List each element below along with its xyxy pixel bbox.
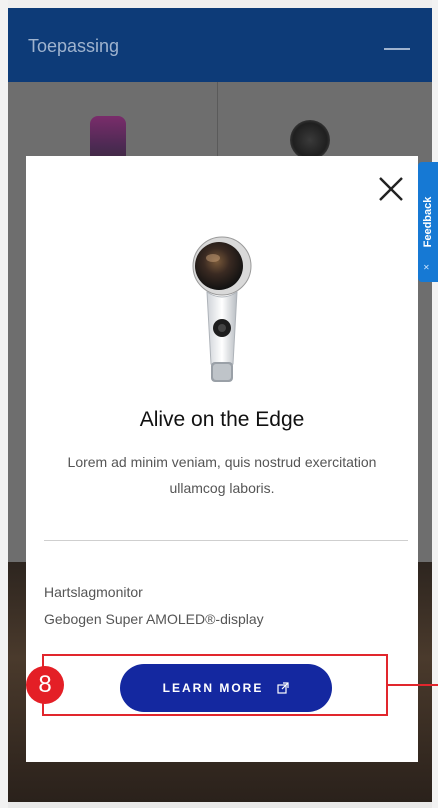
backdrop-header-title: Toepassing bbox=[28, 36, 120, 56]
camera-product-image bbox=[290, 120, 330, 160]
frame-left-strip bbox=[0, 0, 8, 808]
backdrop-header: Toepassing bbox=[8, 8, 432, 82]
annotation-badge: 8 bbox=[26, 666, 64, 704]
modal-description: Lorem ad minim veniam, quis nostrud exer… bbox=[67, 454, 377, 496]
frame-top-strip bbox=[0, 0, 438, 8]
feedback-tab[interactable]: Feedback ✕ bbox=[418, 162, 438, 282]
feature-item: Hartslagmonitor bbox=[44, 584, 143, 600]
modal-title: Alive on the Edge bbox=[139, 408, 305, 431]
feedback-icon: ✕ bbox=[423, 263, 430, 272]
frame-right-strip bbox=[432, 0, 438, 808]
annotation-connector-line bbox=[388, 684, 438, 686]
screenshot-frame: Toepassing Feedback ✕ Alive on the Edge … bbox=[0, 0, 438, 808]
close-icon bbox=[379, 177, 403, 201]
annotation-highlight-box bbox=[42, 654, 388, 716]
close-button[interactable] bbox=[374, 172, 408, 206]
feature-item: Gebogen Super AMOLED®-display bbox=[44, 611, 264, 627]
minus-icon[interactable] bbox=[384, 48, 410, 50]
modal-divider bbox=[44, 540, 408, 541]
feedback-label: Feedback bbox=[422, 196, 434, 248]
gear-360-camera-image bbox=[192, 236, 252, 382]
